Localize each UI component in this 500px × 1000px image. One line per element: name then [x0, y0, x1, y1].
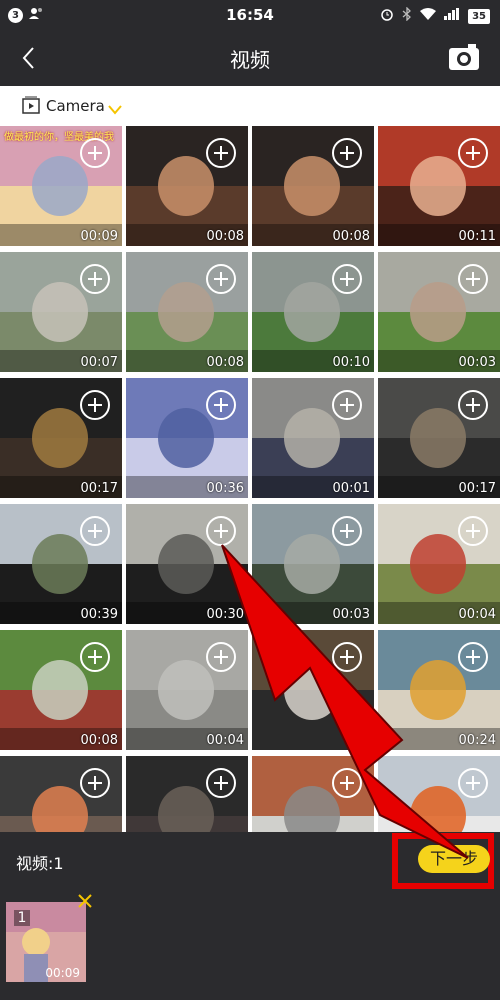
add-plus-icon[interactable]	[80, 264, 110, 294]
video-tile[interactable]: 00:03	[252, 504, 374, 624]
selected-duration: 00:09	[45, 966, 80, 980]
video-tile[interactable]: 00:36	[126, 378, 248, 498]
add-plus-icon[interactable]	[332, 264, 362, 294]
video-tile[interactable]: 00:11	[378, 126, 500, 246]
video-tile[interactable]	[252, 756, 374, 832]
video-duration: 00:03	[332, 607, 370, 622]
video-tile[interactable]: 00:07	[0, 252, 122, 372]
video-tile[interactable]: 00:04	[378, 504, 500, 624]
add-plus-icon[interactable]	[332, 138, 362, 168]
video-duration: 00:30	[206, 607, 244, 622]
add-plus-icon[interactable]	[206, 642, 236, 672]
video-tile[interactable]: 00:01	[252, 378, 374, 498]
add-plus-icon[interactable]	[80, 516, 110, 546]
status-right: 35	[380, 6, 490, 25]
add-plus-icon[interactable]	[80, 138, 110, 168]
video-duration: 00:08	[80, 733, 118, 748]
video-duration: 00:08	[332, 229, 370, 244]
add-plus-icon[interactable]	[332, 642, 362, 672]
video-duration: 00:04	[206, 733, 244, 748]
album-selector[interactable]: Camera	[0, 86, 500, 126]
add-plus-icon[interactable]	[458, 642, 488, 672]
video-tile[interactable]: 00:08	[126, 126, 248, 246]
add-plus-icon[interactable]	[80, 768, 110, 798]
alarm-icon	[380, 7, 394, 25]
video-duration: 00:24	[458, 733, 496, 748]
video-tile[interactable]	[126, 756, 248, 832]
video-duration: 00:08	[206, 229, 244, 244]
add-plus-icon[interactable]	[332, 516, 362, 546]
add-plus-icon[interactable]	[206, 138, 236, 168]
add-plus-icon[interactable]	[332, 390, 362, 420]
video-tile[interactable]: 00:04	[126, 630, 248, 750]
add-plus-icon[interactable]	[206, 768, 236, 798]
video-tile[interactable]: 00:30	[126, 504, 248, 624]
video-duration: 00:10	[332, 355, 370, 370]
video-tile[interactable]: 00:10	[252, 252, 374, 372]
add-plus-icon[interactable]	[458, 516, 488, 546]
video-tile[interactable]: 00:03	[378, 252, 500, 372]
signal-icon	[444, 8, 460, 24]
video-duration: 00:36	[206, 481, 244, 496]
video-tile[interactable]: 00:08	[0, 630, 122, 750]
video-duration: 00:17	[458, 481, 496, 496]
video-duration: 00:04	[458, 607, 496, 622]
selected-video-thumb[interactable]: 1 00:09	[6, 902, 86, 982]
video-tile[interactable]: 00:17	[378, 378, 500, 498]
add-plus-icon[interactable]	[332, 768, 362, 798]
add-plus-icon[interactable]	[458, 390, 488, 420]
page-title: 视频	[230, 48, 270, 72]
video-duration: 00:08	[206, 355, 244, 370]
video-tile[interactable]: 00:24	[378, 630, 500, 750]
title-bar: 视频	[0, 30, 500, 86]
add-plus-icon[interactable]	[80, 390, 110, 420]
video-folder-icon	[22, 96, 40, 114]
battery-indicator: 35	[468, 8, 490, 24]
wifi-icon	[420, 8, 437, 24]
video-tile[interactable]	[378, 756, 500, 832]
video-duration: 00:39	[80, 607, 118, 622]
chevron-down-icon	[108, 100, 122, 115]
video-grid: 做最初的你，坚最美的我 00:09 00:08 00:08 00:11 00:07 00:0…	[0, 126, 500, 832]
selected-index: 1	[14, 910, 30, 926]
video-duration: 00:03	[458, 355, 496, 370]
video-duration: 00:01	[332, 481, 370, 496]
video-duration: 00:07	[80, 355, 118, 370]
video-tile[interactable]	[0, 756, 122, 832]
add-plus-icon[interactable]	[206, 390, 236, 420]
add-plus-icon[interactable]	[458, 768, 488, 798]
album-name: Camera	[46, 97, 105, 115]
remove-close-icon[interactable]	[76, 892, 94, 910]
add-plus-icon[interactable]	[458, 138, 488, 168]
video-duration: 00:11	[458, 229, 496, 244]
camera-icon[interactable]	[448, 42, 480, 72]
selected-count: 视频:1	[16, 854, 64, 873]
video-tile[interactable]: 00:08	[126, 252, 248, 372]
video-duration: 00:09	[80, 229, 118, 244]
next-step-button[interactable]: 下一步	[418, 845, 490, 873]
add-plus-icon[interactable]	[206, 264, 236, 294]
add-plus-icon[interactable]	[458, 264, 488, 294]
bluetooth-icon	[402, 6, 412, 25]
video-duration: 00:17	[80, 481, 118, 496]
status-bar: 3 16:54 35	[0, 0, 500, 30]
video-tile[interactable]: 00:17	[0, 378, 122, 498]
video-tile[interactable]	[252, 630, 374, 750]
add-plus-icon[interactable]	[206, 516, 236, 546]
video-tile[interactable]: 00:39	[0, 504, 122, 624]
video-tile[interactable]: 做最初的你，坚最美的我 00:09	[0, 126, 122, 246]
add-plus-icon[interactable]	[80, 642, 110, 672]
video-tile[interactable]: 00:08	[252, 126, 374, 246]
